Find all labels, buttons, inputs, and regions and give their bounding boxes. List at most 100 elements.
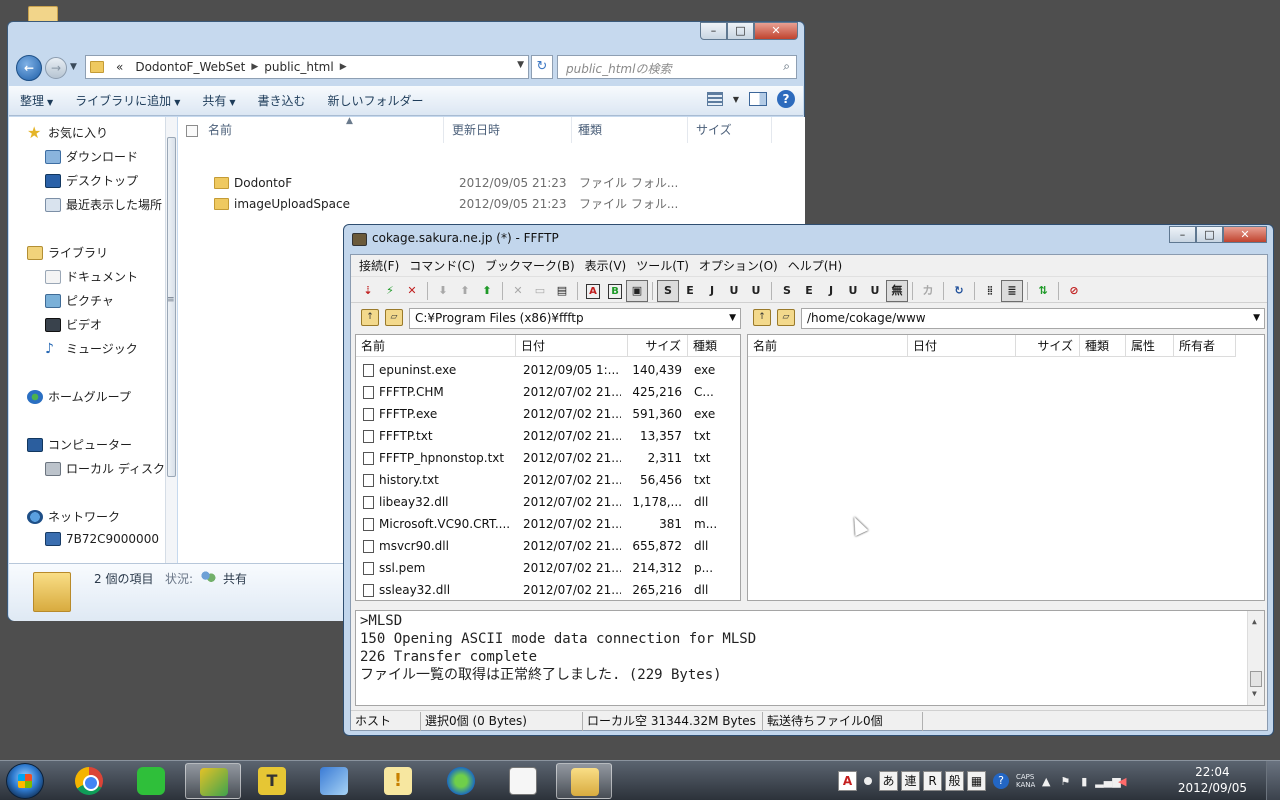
remote-file-list[interactable]: 名前 日付 サイズ 種類 属性 所有者 bbox=[747, 334, 1265, 601]
chevron-right-icon[interactable]: ▶ bbox=[340, 62, 347, 72]
burn-button[interactable]: 書き込む bbox=[247, 86, 317, 116]
upload-icon[interactable]: ⬆ bbox=[454, 280, 476, 302]
menu-options[interactable]: オプション(O) bbox=[694, 257, 783, 274]
list-view-icon[interactable]: ⦙⦙ bbox=[979, 280, 1001, 302]
taskbar-notepad[interactable] bbox=[495, 763, 551, 799]
kanji-jis-icon[interactable]: J bbox=[701, 280, 723, 302]
local-file-row[interactable]: epuninst.exe 2012/09/05 1:... 140,439 exe bbox=[356, 359, 740, 381]
taskbar-feather-app[interactable] bbox=[306, 763, 362, 799]
breadcrumb-item[interactable]: DodontoF_WebSet bbox=[129, 60, 251, 74]
column-header-date[interactable]: 更新日時 bbox=[452, 117, 572, 143]
minimize-button[interactable]: – bbox=[700, 22, 727, 40]
abort-icon[interactable]: ⊘ bbox=[1063, 280, 1085, 302]
scrollbar-thumb[interactable] bbox=[167, 137, 176, 477]
auto-mode-icon[interactable]: ▣ bbox=[626, 279, 648, 302]
delete-icon[interactable]: ✕ bbox=[507, 280, 529, 302]
taskbar-explorer[interactable] bbox=[556, 763, 612, 799]
local-column-name[interactable]: 名前 bbox=[356, 335, 516, 357]
splitter-grip-icon[interactable]: ≡ bbox=[167, 295, 175, 305]
local-column-date[interactable]: 日付 bbox=[516, 335, 628, 357]
ime-help-icon[interactable]: ? bbox=[993, 773, 1009, 789]
ime-dictionary[interactable]: 般 bbox=[945, 771, 964, 791]
nav-local-disk[interactable]: ローカル ディスク bbox=[45, 460, 165, 477]
ime-input-mode[interactable]: R bbox=[923, 771, 942, 791]
remote-column-name[interactable]: 名前 bbox=[748, 335, 908, 357]
no-conversion-icon[interactable]: 無 bbox=[886, 279, 908, 302]
menu-tools[interactable]: ツール(T) bbox=[631, 257, 694, 274]
show-hidden-icons-icon[interactable]: ▲ bbox=[1038, 775, 1054, 788]
start-button[interactable] bbox=[6, 763, 44, 799]
nav-computer[interactable]: コンピューター bbox=[27, 436, 132, 453]
remote-column-size[interactable]: サイズ bbox=[1016, 335, 1080, 357]
menu-view[interactable]: 表示(V) bbox=[580, 257, 632, 274]
remote-open-folder-icon[interactable]: ▱ bbox=[777, 309, 795, 326]
file-row[interactable]: imageUploadSpace 2012/09/05 21:23 ファイル フ… bbox=[178, 194, 805, 215]
taskbar-line[interactable] bbox=[123, 763, 179, 799]
breadcrumb-item[interactable]: public_html bbox=[258, 60, 339, 74]
clock[interactable]: 22:04 2012/09/05 bbox=[1178, 764, 1247, 796]
binary-mode-icon[interactable]: B bbox=[604, 280, 626, 302]
scroll-up-icon[interactable]: ▲ bbox=[1252, 613, 1257, 631]
local-file-row[interactable]: FFFTP.exe 2012/07/02 21... 591,360 exe bbox=[356, 403, 740, 425]
local-file-row[interactable]: libeay32.dll 2012/07/02 21... 1,178,... dll bbox=[356, 491, 740, 513]
make-directory-icon[interactable]: ▤ bbox=[551, 280, 573, 302]
show-desktop-button[interactable] bbox=[1266, 761, 1280, 800]
select-all-checkbox[interactable] bbox=[186, 125, 198, 137]
chevron-down-icon[interactable]: ▼ bbox=[1253, 309, 1260, 328]
remote-column-type[interactable]: 種類 bbox=[1080, 335, 1126, 357]
menu-command[interactable]: コマンド(C) bbox=[404, 257, 480, 274]
log-pane[interactable]: >MLSD 150 Opening ASCII mode data connec… bbox=[355, 610, 1265, 706]
back-button[interactable]: ← bbox=[16, 55, 42, 81]
nav-pictures[interactable]: ピクチャ bbox=[45, 292, 114, 309]
maximize-button[interactable]: □ bbox=[1196, 226, 1223, 243]
column-header-size[interactable]: サイズ bbox=[688, 117, 772, 143]
ime-mode-icon[interactable]: A bbox=[838, 771, 857, 791]
download-icon[interactable]: ⬇ bbox=[432, 280, 454, 302]
local-utf8-icon[interactable]: U bbox=[842, 280, 864, 302]
nav-videos[interactable]: ビデオ bbox=[45, 316, 102, 333]
kanji-euc-icon[interactable]: E bbox=[679, 280, 701, 302]
new-folder-button[interactable]: 新しいフォルダー bbox=[317, 86, 435, 116]
taskbar-globe-app[interactable] bbox=[433, 763, 489, 799]
forward-button[interactable]: → bbox=[45, 57, 67, 79]
local-sjis-icon[interactable]: S bbox=[776, 280, 798, 302]
local-file-row[interactable]: ssl.pem 2012/07/02 21... 214,312 p... bbox=[356, 557, 740, 579]
minimize-button[interactable]: – bbox=[1169, 226, 1196, 243]
local-jis-icon[interactable]: J bbox=[820, 280, 842, 302]
chevron-down-icon[interactable]: ▼ bbox=[517, 60, 524, 70]
local-path-combo[interactable]: C:¥Program Files (x86)¥ffftp ▼ bbox=[409, 308, 741, 329]
chevron-down-icon[interactable]: ▼ bbox=[729, 309, 736, 328]
taskbar-text-editor[interactable]: T bbox=[244, 763, 300, 799]
nav-libraries[interactable]: ライブラリ bbox=[27, 244, 108, 261]
rename-icon[interactable]: ▭ bbox=[529, 280, 551, 302]
kanji-utf8bom-icon[interactable]: U bbox=[745, 280, 767, 302]
view-options-icon[interactable] bbox=[706, 92, 723, 106]
network-signal-icon[interactable]: ▂▄▆ bbox=[1095, 775, 1120, 788]
local-file-row[interactable]: FFFTP.CHM 2012/07/02 21... 425,216 C... bbox=[356, 381, 740, 403]
mirror-upload-icon[interactable]: ⬆ bbox=[476, 280, 498, 302]
help-icon[interactable]: ? bbox=[777, 90, 795, 108]
remote-column-owner[interactable]: 所有者 bbox=[1174, 335, 1236, 357]
local-utf8bom-icon[interactable]: U bbox=[864, 280, 886, 302]
menu-bookmark[interactable]: ブックマーク(B) bbox=[480, 257, 580, 274]
organize-button[interactable]: 整理 ▼ bbox=[9, 86, 64, 116]
search-input[interactable]: public_htmlの検索 ⌕ bbox=[557, 55, 797, 79]
column-header-type[interactable]: 種類 bbox=[572, 117, 688, 143]
local-file-row[interactable]: history.txt 2012/07/02 21... 56,456 txt bbox=[356, 469, 740, 491]
search-icon[interactable]: ⌕ bbox=[783, 59, 790, 74]
address-bar[interactable]: « DodontoF_WebSet ▶ public_html ▶ ▼ bbox=[85, 55, 529, 79]
sync-browse-icon[interactable]: ⇅ bbox=[1032, 280, 1054, 302]
log-scrollbar[interactable]: ▲ ▼ bbox=[1247, 611, 1264, 705]
file-row[interactable]: DodontoF 2012/09/05 21:23 ファイル フォル... bbox=[178, 173, 805, 194]
nav-favorites[interactable]: ★ お気に入り bbox=[27, 124, 108, 141]
nav-network-pc[interactable]: 7B72C9000000 bbox=[45, 532, 159, 546]
menu-connect[interactable]: 接続(F) bbox=[354, 257, 404, 274]
local-column-size[interactable]: サイズ bbox=[628, 335, 688, 357]
refresh-icon[interactable]: ↻ bbox=[948, 280, 970, 302]
explorer-caption-bar[interactable]: – □ ✕ bbox=[8, 22, 804, 48]
connect-icon[interactable]: ⇣ bbox=[357, 280, 379, 302]
quick-connect-icon[interactable]: ⚡ bbox=[379, 280, 401, 302]
chevron-right-icon[interactable]: ▶ bbox=[251, 62, 258, 72]
refresh-button[interactable]: ↻ bbox=[531, 55, 553, 79]
ime-hiragana[interactable]: あ bbox=[879, 771, 898, 791]
